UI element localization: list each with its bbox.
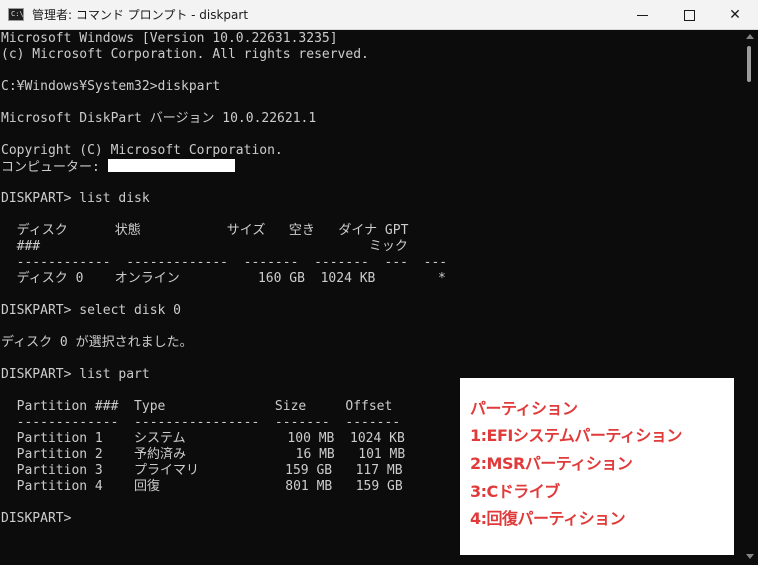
close-button[interactable]: ✕	[712, 0, 758, 30]
computer-name-label: コンピューター:	[1, 160, 108, 175]
scroll-down-icon[interactable]	[746, 554, 754, 559]
annotation-item: 3:Cドライブ	[470, 482, 560, 501]
close-icon: ✕	[729, 7, 741, 23]
redacted-computer-name	[107, 159, 235, 172]
partition-table-row: Partition 4 回復 801 MB 159 GB	[1, 479, 403, 494]
console-line: Microsoft Windows [Version 10.0.22631.32…	[1, 31, 338, 46]
minimize-icon	[637, 15, 648, 16]
computer-name-line: コンピューター:	[1, 159, 235, 175]
command-prompt-icon: C:\.	[8, 8, 28, 21]
disk-table-divider: ------------ ------------- ------- -----…	[1, 255, 448, 270]
partition-table-header: Partition ### Type Size Offset	[1, 399, 393, 414]
disk-table-row: ディスク 0 オンライン 160 GB 1024 KB *	[1, 271, 446, 286]
window-title: 管理者: コマンド プロンプト - diskpart	[32, 8, 249, 22]
prompt-line: DISKPART>	[1, 511, 72, 526]
scroll-up-icon[interactable]	[746, 34, 754, 39]
console-line: Copyright (C) Microsoft Corporation.	[1, 143, 283, 158]
app-icon-label: C:\.	[11, 10, 28, 18]
console-line: DISKPART> list disk	[1, 191, 150, 206]
title-bar[interactable]: C:\. 管理者: コマンド プロンプト - diskpart ✕	[0, 0, 758, 30]
annotation-box: パーティション 1:EFIシステムパーティション 2:MSRパーティション 3:…	[460, 378, 734, 555]
console-line: DISKPART> select disk 0	[1, 303, 182, 318]
console-line: Microsoft DiskPart バージョン 10.0.22621.1	[1, 111, 317, 126]
partition-table-row: Partition 2 予約済み 16 MB 101 MB	[1, 447, 406, 462]
console-line: (c) Microsoft Corporation. All rights re…	[1, 47, 369, 62]
minimize-button[interactable]	[620, 0, 666, 30]
partition-table-row: Partition 3 プライマリ 159 GB 117 MB	[1, 463, 403, 478]
annotation-item: 4:回復パーティション	[470, 509, 626, 528]
partition-table-divider: ------------- ---------------- ------- -…	[1, 415, 401, 430]
console-line: ディスク 0 が選択されました。	[1, 335, 193, 350]
scroll-thumb[interactable]	[747, 46, 751, 82]
disk-table-header: ディスク 状態 サイズ 空き ダイナ GPT	[1, 223, 409, 238]
console-line: C:¥Windows¥System32>diskpart	[1, 79, 221, 94]
annotation-item: 1:EFIシステムパーティション	[470, 426, 682, 445]
console-line: DISKPART> list part	[1, 367, 150, 382]
maximize-icon	[684, 10, 695, 21]
annotation-item: 2:MSRパーティション	[470, 454, 633, 473]
partition-table-row: Partition 1 システム 100 MB 1024 KB	[1, 431, 405, 446]
maximize-button[interactable]	[666, 0, 712, 30]
annotation-title: パーティション	[470, 399, 578, 418]
disk-table-header: ### ミック	[1, 239, 408, 254]
vertical-scrollbar[interactable]	[742, 30, 758, 565]
